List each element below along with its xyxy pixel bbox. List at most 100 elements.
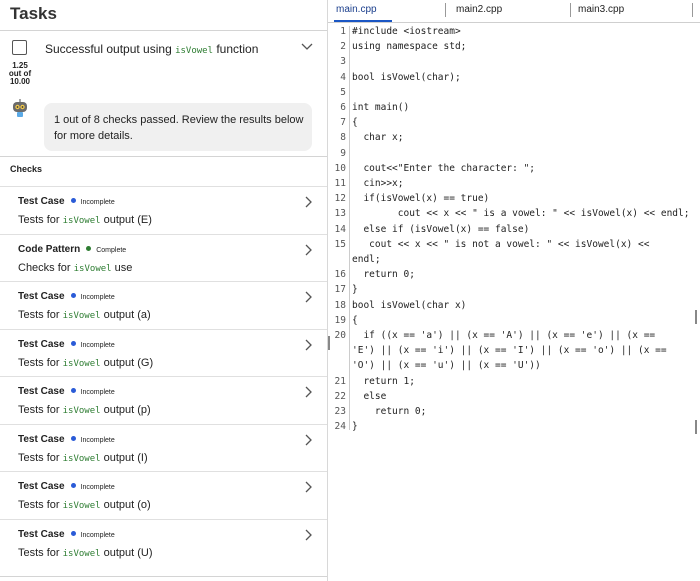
code-text[interactable]: if(isVowel(x) == true) xyxy=(352,193,489,204)
check-item[interactable]: Test Case Incomplete Tests for isVowel out… xyxy=(0,186,327,234)
line-number: 24 xyxy=(334,421,346,433)
check-desc-text: Tests for xyxy=(18,309,63,321)
task-label-suffix: function xyxy=(213,42,259,56)
code-text[interactable]: bool isVowel(char x) xyxy=(352,300,466,311)
chevron-right-icon[interactable] xyxy=(305,291,313,303)
check-desc-suffix: output (o) xyxy=(100,499,151,511)
check-type: Test Case Incomplete xyxy=(18,481,115,492)
code-text[interactable]: return 0; xyxy=(352,406,426,417)
score-badge: 1.25 out of 10.00 xyxy=(6,62,34,86)
line-number: 7 xyxy=(340,117,346,129)
check-code: isVowel xyxy=(62,548,101,559)
check-status: Incomplete xyxy=(80,389,115,396)
check-description: Tests for isVowel output (G) xyxy=(18,357,153,369)
check-desc-suffix: output (I) xyxy=(100,451,148,464)
code-text[interactable]: cout << x << " is a vowel: " << isVowel(… xyxy=(352,208,690,219)
code-text[interactable]: else xyxy=(352,391,386,402)
status-dot xyxy=(86,245,92,251)
chevron-right-icon[interactable] xyxy=(305,529,313,541)
check-code: isVowel xyxy=(73,263,112,274)
score-total: 10.00 xyxy=(9,77,31,86)
line-number: 5 xyxy=(340,86,346,98)
check-type-label: Test Case xyxy=(18,433,65,445)
check-item[interactable]: Test Case Incomplete Tests for isVowel out… xyxy=(0,518,327,567)
code-text[interactable]: { xyxy=(352,315,358,326)
tab-main3-cpp[interactable]: main3.cpp xyxy=(578,4,624,15)
code-text[interactable]: #include <iostream> xyxy=(352,26,461,37)
check-item[interactable]: Code Pattern Complete Checks for isVowel u… xyxy=(0,233,327,282)
check-type: Test Case Incomplete xyxy=(18,434,115,445)
tab-main-cpp[interactable]: main.cpp xyxy=(336,4,377,15)
chevron-right-icon[interactable] xyxy=(305,386,313,398)
left-scroll-marker[interactable] xyxy=(328,336,330,350)
task-checkbox[interactable] xyxy=(12,40,27,55)
check-desc-suffix: output (E) xyxy=(100,214,152,226)
check-item[interactable]: Test Case Incomplete Tests for isVowel out… xyxy=(0,423,327,472)
check-desc-text: Tests for xyxy=(18,499,63,511)
code-text[interactable]: cin>>x; xyxy=(352,178,403,189)
gutter-border xyxy=(349,26,350,430)
check-desc-text: Tests for xyxy=(18,356,63,369)
code-text[interactable]: if ((x == 'a') || (x == 'A') || (x == 'e… xyxy=(352,330,655,341)
check-item[interactable]: Test Case Incomplete Tests for isVowel out… xyxy=(0,376,327,424)
check-type: Code Pattern Complete xyxy=(18,244,126,255)
check-type: Test Case Incomplete xyxy=(18,339,115,350)
check-code: isVowel xyxy=(62,406,101,416)
task-row[interactable]: Successful output using isVowel function xyxy=(0,35,327,65)
line-number: 13 xyxy=(334,208,346,220)
active-tab-indicator xyxy=(334,20,392,22)
line-number: 14 xyxy=(334,223,346,235)
chevron-right-icon[interactable] xyxy=(305,244,313,256)
line-number: 9 xyxy=(340,147,346,159)
code-text[interactable]: int main() xyxy=(352,102,409,113)
chevron-right-icon[interactable] xyxy=(305,434,313,446)
code-text[interactable]: } xyxy=(352,284,358,295)
code-editor[interactable]: main.cpp main2.cpp main3.cpp 1 #include <… xyxy=(328,0,700,581)
tasks-panel: Tasks Successful output using isVowel fu… xyxy=(0,0,328,581)
code-text[interactable]: } xyxy=(352,421,358,432)
check-type-label: Test Case xyxy=(18,338,65,350)
check-description: Tests for isVowel output (o) xyxy=(18,499,151,511)
chevron-right-icon[interactable] xyxy=(305,196,313,208)
chevron-right-icon[interactable] xyxy=(305,481,313,493)
right-scroll-marker[interactable] xyxy=(695,310,697,324)
check-description: Tests for isVowel output (a) xyxy=(18,309,151,321)
chevron-right-icon[interactable] xyxy=(305,339,313,351)
check-desc-suffix: output (p) xyxy=(100,404,151,416)
check-description: Tests for isVowel output (I) xyxy=(18,452,148,464)
check-desc-text: Tests for xyxy=(18,404,63,416)
check-type-label: Test Case xyxy=(18,291,65,302)
check-type: Test Case Incomplete xyxy=(18,291,115,302)
check-item[interactable]: Test Case Incomplete Tests for isVowel out… xyxy=(0,328,327,377)
code-text[interactable]: bool isVowel(char); xyxy=(352,72,461,83)
code-text[interactable]: char x; xyxy=(352,132,403,143)
check-item[interactable]: Test Case Incomplete Tests for isVowel out… xyxy=(0,281,327,329)
status-dot xyxy=(70,483,76,489)
check-description: Tests for isVowel output (U) xyxy=(18,547,153,559)
divider xyxy=(0,156,327,157)
code-text[interactable]: cout<<"Enter the character: "; xyxy=(352,163,535,174)
code-text[interactable]: { xyxy=(352,117,358,128)
line-number: 21 xyxy=(334,375,346,387)
code-text[interactable]: else if (isVowel(x) == false) xyxy=(352,224,529,235)
code-text[interactable]: cout << x << " is not a vowel: " << isVo… xyxy=(352,239,649,250)
chevron-down-icon[interactable] xyxy=(301,43,313,51)
check-description: Tests for isVowel output (E) xyxy=(18,214,152,226)
code-text[interactable]: endl; xyxy=(352,254,381,265)
code-text[interactable]: using namespace std; xyxy=(352,41,466,52)
divider xyxy=(0,576,327,577)
check-desc-text: Tests for xyxy=(18,451,63,464)
divider xyxy=(0,30,327,31)
check-desc-text: Tests for xyxy=(18,214,63,226)
code-text[interactable]: 'O') || (x == 'u') || (x == 'U')) xyxy=(352,360,541,371)
check-item[interactable]: Test Case Incomplete Tests for isVowel out… xyxy=(0,471,327,519)
code-text[interactable]: return 1; xyxy=(352,376,414,387)
check-type-label: Test Case xyxy=(18,481,65,492)
right-scroll-marker[interactable] xyxy=(695,420,697,434)
code-text[interactable]: 'E') || (x == 'i') || (x == 'I') || (x =… xyxy=(352,345,667,356)
check-status: Incomplete xyxy=(80,199,115,206)
tab-main2-cpp[interactable]: main2.cpp xyxy=(456,4,502,15)
check-code: isVowel xyxy=(62,216,101,226)
editor-tabs: main.cpp main2.cpp main3.cpp xyxy=(328,0,700,23)
code-text[interactable]: return 0; xyxy=(352,269,414,280)
